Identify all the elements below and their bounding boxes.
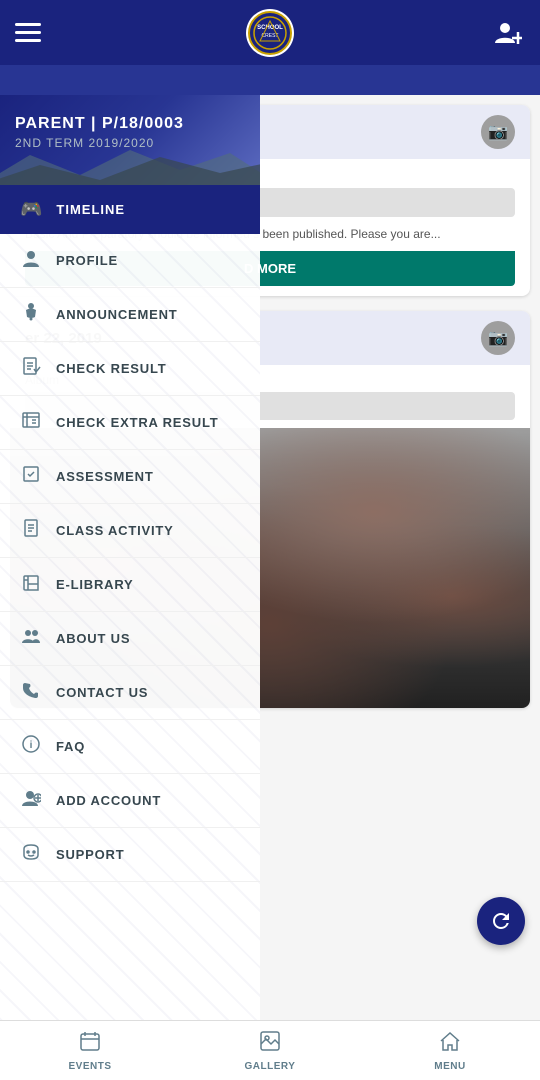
- sidebar-parent-label: PARENT | P/18/0003: [15, 115, 245, 133]
- sidebar-item-timeline[interactable]: 🎮 TIMELINE: [0, 185, 260, 234]
- contact-us-icon: [20, 680, 42, 705]
- sidebar-check-result-label: CHECK RESULT: [56, 361, 166, 376]
- sidebar-about-us-label: ABOUT US: [56, 631, 130, 646]
- sidebar-item-check-extra-result[interactable]: CHECK EXTRA RESULT: [0, 396, 260, 450]
- sidebar-term-label: 2ND TERM 2019/2020: [15, 136, 245, 150]
- bottom-nav: EVENTS GALLERY MENU: [0, 1020, 540, 1080]
- profile-icon: [20, 248, 42, 273]
- sidebar-item-faq[interactable]: i FAQ: [0, 720, 260, 774]
- faq-icon: i: [20, 734, 42, 759]
- check-extra-result-icon: [20, 410, 42, 435]
- menu-label: MENU: [434, 1061, 465, 1072]
- sub-header: [0, 65, 540, 95]
- app-header: SCHOOL CREST: [0, 0, 540, 65]
- menu-home-icon: [439, 1030, 461, 1058]
- svg-text:SCHOOL: SCHOOL: [257, 25, 283, 31]
- add-account-icon: [20, 788, 42, 813]
- sidebar-add-account-label: ADD ACCOUNT: [56, 793, 161, 808]
- sidebar-item-check-result[interactable]: CHECK RESULT: [0, 342, 260, 396]
- nav-item-gallery[interactable]: GALLERY: [180, 1021, 360, 1080]
- sidebar-assessment-label: ASSESSMENT: [56, 469, 154, 484]
- gallery-icon: [259, 1030, 281, 1058]
- school-logo: SCHOOL CREST: [246, 9, 294, 57]
- sidebar-profile-label: PROFILE: [56, 253, 118, 268]
- sidebar-contact-us-label: CONTACT US: [56, 685, 148, 700]
- add-user-button[interactable]: [489, 15, 525, 51]
- camera-icon: 📷: [481, 115, 515, 149]
- svg-text:i: i: [30, 740, 33, 751]
- sidebar-item-add-account[interactable]: ADD ACCOUNT: [0, 774, 260, 828]
- main-content: er 24, 2019 📷 ews EADY !!! Basic And Pre…: [0, 95, 540, 1020]
- sidebar-item-support[interactable]: SUPPORT: [0, 828, 260, 882]
- about-us-icon: [20, 626, 42, 651]
- camera-icon-2: 📷: [481, 321, 515, 355]
- sidebar-faq-label: FAQ: [56, 739, 85, 754]
- refresh-fab[interactable]: [477, 897, 525, 945]
- nav-item-events[interactable]: EVENTS: [0, 1021, 180, 1080]
- events-label: EVENTS: [68, 1061, 111, 1072]
- sidebar-check-extra-result-label: CHECK EXTRA RESULT: [56, 415, 218, 430]
- sidebar-item-announcement[interactable]: ANNOUNCEMENT: [0, 288, 260, 342]
- sidebar-header: PARENT | P/18/0003 2ND TERM 2019/2020: [0, 95, 260, 185]
- sidebar-timeline-label: TIMELINE: [56, 202, 125, 217]
- sidebar-support-label: SUPPORT: [56, 847, 124, 862]
- sidebar-item-profile[interactable]: PROFILE: [0, 234, 260, 288]
- sidebar-e-library-label: E-LIBRARY: [56, 577, 134, 592]
- events-icon: [79, 1030, 101, 1058]
- announcement-icon: [20, 302, 42, 327]
- nav-item-menu[interactable]: MENU: [360, 1021, 540, 1080]
- sidebar-item-contact-us[interactable]: CONTACT US: [0, 666, 260, 720]
- assessment-icon: [20, 464, 42, 489]
- menu-button[interactable]: [15, 23, 41, 42]
- e-library-icon: [20, 572, 42, 597]
- check-result-icon: [20, 356, 42, 381]
- sidebar: PARENT | P/18/0003 2ND TERM 2019/2020 🎮 …: [0, 95, 260, 1020]
- sidebar-class-activity-label: CLASS ACTIVITY: [56, 523, 174, 538]
- sidebar-announcement-label: ANNOUNCEMENT: [56, 307, 178, 322]
- sidebar-item-assessment[interactable]: ASSESSMENT: [0, 450, 260, 504]
- gallery-label: GALLERY: [245, 1061, 296, 1072]
- sidebar-item-e-library[interactable]: E-LIBRARY: [0, 558, 260, 612]
- timeline-icon: 🎮: [20, 199, 42, 220]
- sidebar-item-about-us[interactable]: ABOUT US: [0, 612, 260, 666]
- sidebar-item-class-activity[interactable]: CLASS ACTIVITY: [0, 504, 260, 558]
- class-activity-icon: [20, 518, 42, 543]
- support-icon: [20, 842, 42, 867]
